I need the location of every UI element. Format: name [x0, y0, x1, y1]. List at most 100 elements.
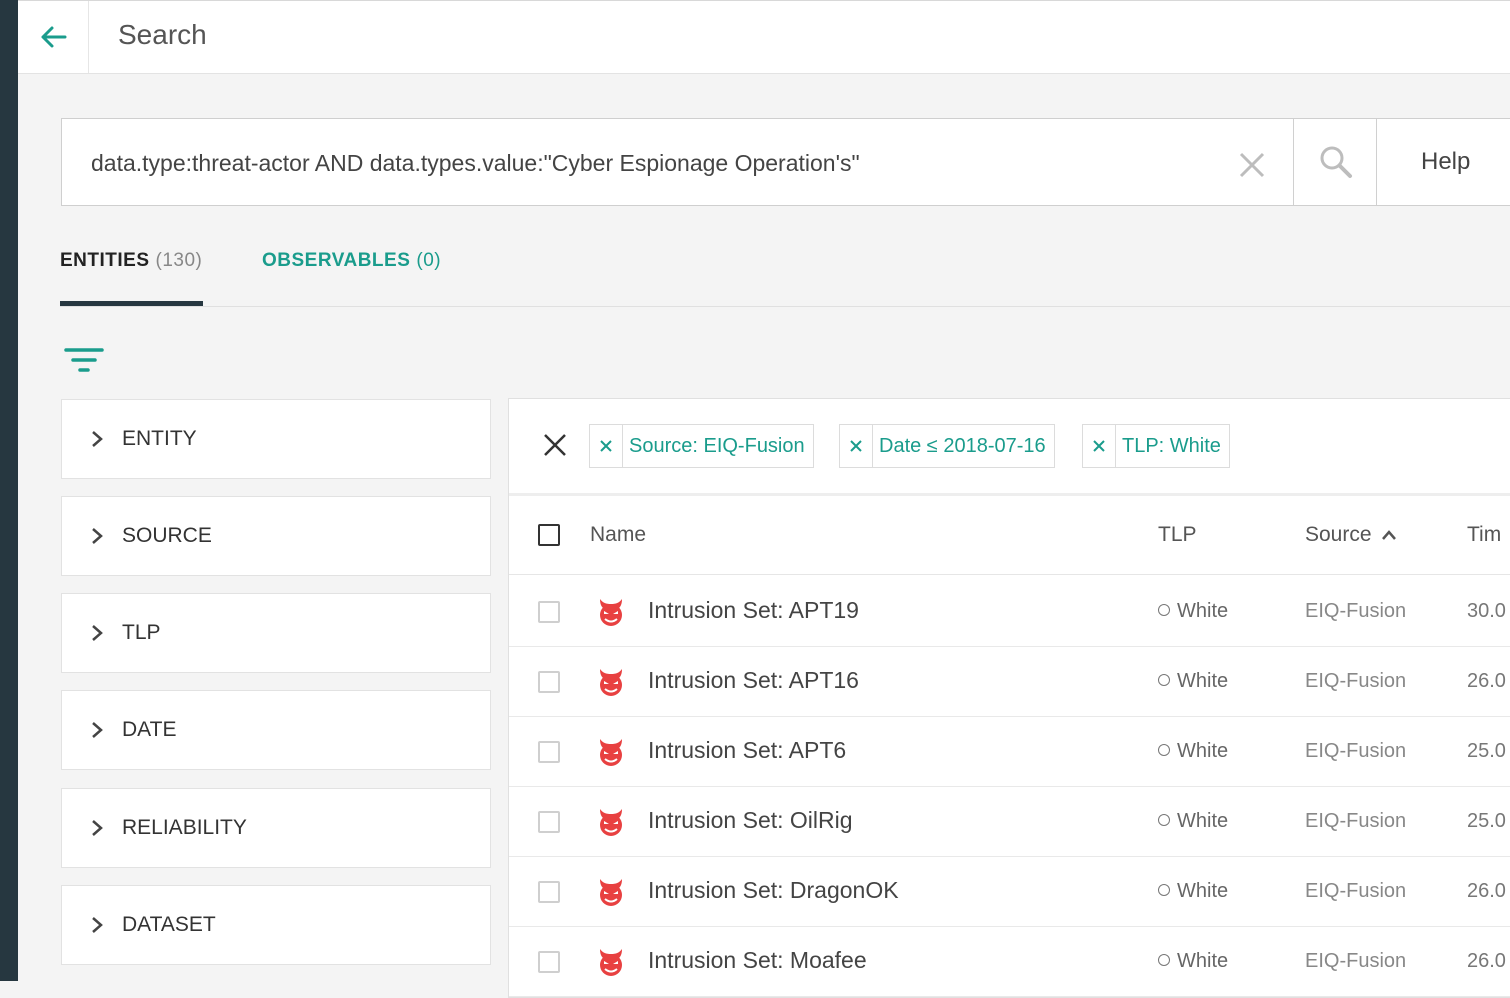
row-tlp-label: White	[1177, 810, 1229, 832]
row-name[interactable]: Intrusion Set: APT16	[648, 667, 859, 694]
column-header-source-label: Source	[1305, 523, 1372, 546]
row-tlp: White	[1158, 740, 1228, 763]
tlp-dot-icon	[1158, 743, 1170, 756]
row-name[interactable]: Intrusion Set: OilRig	[648, 807, 853, 834]
facet-label: DATE	[122, 718, 177, 741]
tab-entities[interactable]: ENTITIES (130)	[60, 244, 203, 306]
row-time: 26.0	[1467, 670, 1506, 692]
filter-chip-date: Date ≤ 2018-07-16	[839, 424, 1055, 468]
table-row[interactable]: Intrusion Set: APT19 White EIQ-Fusion 30.0	[509, 576, 1510, 647]
devil-icon	[600, 599, 622, 626]
chevron-right-icon	[92, 722, 103, 738]
row-time: 25.0	[1467, 740, 1506, 762]
help-button[interactable]: Help	[1376, 119, 1510, 205]
row-time: 25.0	[1467, 810, 1506, 832]
close-icon	[544, 434, 566, 456]
row-source: EIQ-Fusion	[1305, 670, 1407, 692]
filter-chip-tlp: TLP: White	[1082, 424, 1230, 468]
facet-label: ENTITY	[122, 427, 197, 450]
column-header-time[interactable]: Tim	[1467, 523, 1501, 547]
filter-chip-label: Source: EIQ-Fusion	[629, 434, 805, 457]
row-tlp: White	[1158, 880, 1228, 903]
column-header-tlp[interactable]: TLP	[1158, 523, 1197, 547]
column-header-source[interactable]: Source	[1305, 523, 1397, 547]
devil-icon	[600, 809, 622, 836]
chevron-right-icon	[92, 820, 103, 836]
row-tlp: White	[1158, 810, 1228, 833]
facet-label: SOURCE	[122, 524, 212, 547]
tab-observables-count: (0)	[416, 250, 442, 271]
results-panel: Source: EIQ-Fusion Date ≤ 2018-07-16 TLP…	[508, 398, 1510, 998]
search-button[interactable]	[1293, 119, 1377, 205]
clear-search-button[interactable]	[1236, 149, 1268, 181]
row-tlp: White	[1158, 670, 1228, 693]
devil-icon	[600, 949, 622, 976]
select-all-checkbox[interactable]	[538, 524, 560, 546]
close-icon	[1093, 440, 1105, 452]
filter-chip-label: TLP: White	[1122, 434, 1221, 457]
tlp-dot-icon	[1158, 673, 1170, 686]
filter-toggle-button[interactable]	[64, 346, 104, 376]
row-tlp: White	[1158, 600, 1228, 623]
table-row[interactable]: Intrusion Set: APT16 White EIQ-Fusion 26.0	[509, 646, 1510, 717]
row-tlp-label: White	[1177, 600, 1229, 622]
result-tabs: ENTITIES (130) OBSERVABLES (0)	[60, 244, 1510, 307]
facet-date[interactable]: DATE	[61, 690, 491, 770]
table-row[interactable]: Intrusion Set: DragonOK White EIQ-Fusion 26…	[509, 856, 1510, 927]
row-source: EIQ-Fusion	[1305, 740, 1407, 762]
filter-chip-label: Date ≤ 2018-07-16	[879, 434, 1046, 457]
table-header: Name TLP Source Tim	[509, 496, 1510, 575]
close-icon	[850, 440, 862, 452]
back-button[interactable]	[18, 1, 89, 73]
remove-filter-button[interactable]	[840, 424, 873, 468]
filter-chip-source: Source: EIQ-Fusion	[589, 424, 814, 468]
row-source: EIQ-Fusion	[1305, 880, 1407, 902]
row-checkbox[interactable]	[538, 951, 560, 973]
facet-reliability[interactable]: RELIABILITY	[61, 788, 491, 868]
facet-tlp[interactable]: TLP	[61, 593, 491, 673]
table-row[interactable]: Intrusion Set: OilRig White EIQ-Fusion 25.0	[509, 786, 1510, 857]
close-icon	[600, 440, 612, 452]
row-tlp-label: White	[1177, 950, 1229, 972]
top-bar: Search	[18, 0, 1510, 74]
row-checkbox[interactable]	[538, 741, 560, 763]
row-checkbox[interactable]	[538, 601, 560, 623]
tlp-dot-icon	[1158, 883, 1170, 896]
chevron-up-icon	[1382, 530, 1397, 540]
table-row[interactable]: Intrusion Set: Moafee White EIQ-Fusion 26.0	[509, 926, 1510, 997]
facet-entity[interactable]: ENTITY	[61, 399, 491, 479]
chevron-right-icon	[92, 625, 103, 641]
search-input[interactable]	[62, 119, 1273, 207]
filter-icon	[64, 348, 104, 372]
row-source: EIQ-Fusion	[1305, 810, 1407, 832]
row-checkbox[interactable]	[538, 671, 560, 693]
active-filters: Source: EIQ-Fusion Date ≤ 2018-07-16 TLP…	[509, 399, 1510, 496]
facet-label: RELIABILITY	[122, 816, 247, 839]
remove-filter-button[interactable]	[1083, 424, 1116, 468]
row-time: 30.0	[1467, 600, 1506, 622]
remove-filter-button[interactable]	[590, 424, 623, 468]
row-name[interactable]: Intrusion Set: APT6	[648, 737, 846, 764]
tab-observables[interactable]: OBSERVABLES (0)	[262, 244, 441, 306]
row-name[interactable]: Intrusion Set: APT19	[648, 597, 859, 624]
clear-filters-button[interactable]	[539, 429, 571, 461]
row-time: 26.0	[1467, 880, 1506, 902]
row-source: EIQ-Fusion	[1305, 600, 1407, 622]
row-checkbox[interactable]	[538, 881, 560, 903]
column-header-name[interactable]: Name	[590, 523, 646, 547]
page-title: Search	[118, 19, 207, 50]
facet-label: TLP	[122, 621, 161, 644]
facet-dataset[interactable]: DATASET	[61, 885, 491, 965]
left-nav-strip	[0, 0, 18, 981]
row-time: 26.0	[1467, 950, 1506, 972]
row-name[interactable]: Intrusion Set: DragonOK	[648, 877, 899, 904]
row-name[interactable]: Intrusion Set: Moafee	[648, 947, 867, 974]
chevron-right-icon	[92, 917, 103, 933]
row-checkbox[interactable]	[538, 811, 560, 833]
devil-icon	[600, 739, 622, 766]
table-row[interactable]: Intrusion Set: APT6 White EIQ-Fusion 25.0	[509, 716, 1510, 787]
chevron-right-icon	[92, 431, 103, 447]
row-tlp: White	[1158, 950, 1228, 973]
facet-source[interactable]: SOURCE	[61, 496, 491, 576]
devil-icon	[600, 879, 622, 906]
